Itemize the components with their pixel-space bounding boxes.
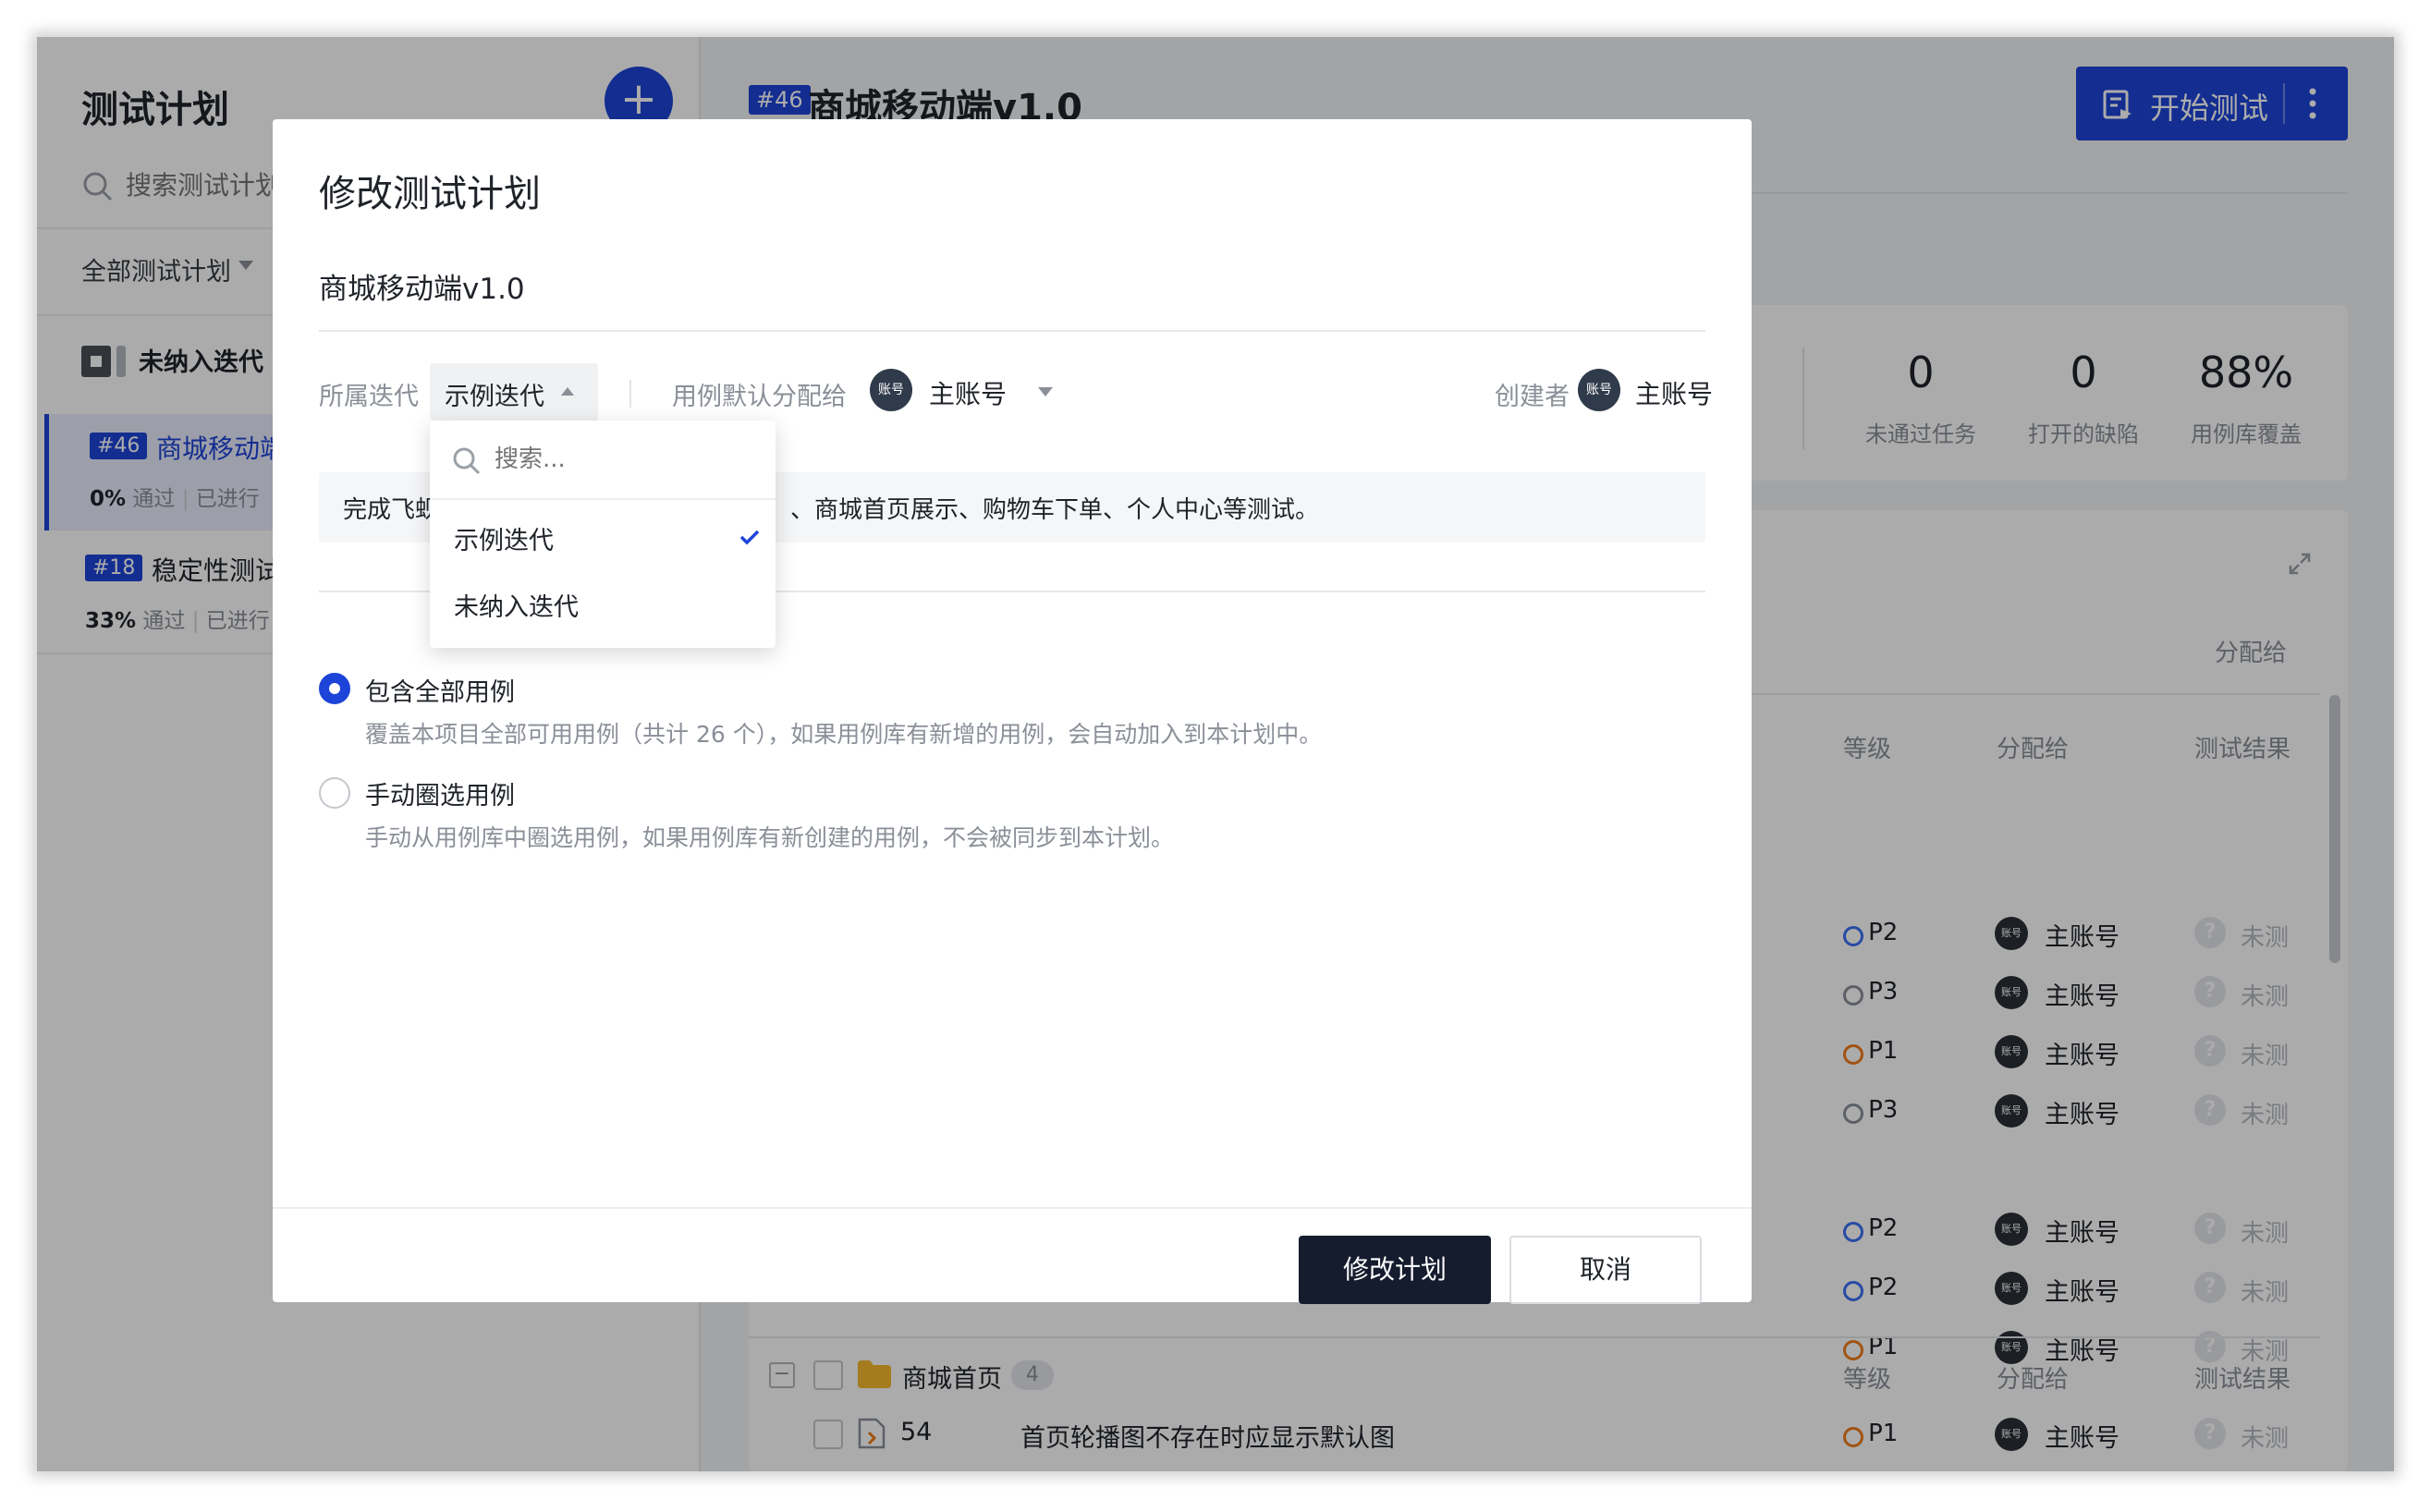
divider: [319, 330, 1705, 332]
include-all-label[interactable]: 包含全部用例: [365, 672, 515, 708]
creator-label: 创建者: [1495, 383, 1570, 411]
description-text-start: 完成飞蚬: [343, 496, 440, 524]
iteration-value: 示例迭代: [445, 383, 544, 411]
creator-name: 主账号: [1635, 379, 1714, 409]
dropdown-option[interactable]: 示例迭代: [430, 504, 776, 570]
plan-name-field[interactable]: 商城移动端v1.0: [319, 265, 525, 307]
divider: [273, 1207, 1752, 1209]
edit-plan-dialog: 修改测试计划 商城移动端v1.0 所属迭代 示例迭代 用例默认分配给 账号 主账…: [273, 119, 1752, 1304]
app-window: 测试计划 + 全部测试计划 未纳入迭代 #46 商城移动端 0% 通过 | 已进…: [37, 37, 2394, 1471]
iteration-search-input[interactable]: [495, 441, 753, 478]
avatar: 账号: [1578, 369, 1620, 411]
manual-select-label[interactable]: 手动圈选用例: [365, 775, 515, 811]
manual-select-radio[interactable]: [319, 777, 350, 809]
iteration-label: 所属迭代: [319, 383, 419, 411]
manual-select-desc: 手动从用例库中圈选用例，如果用例库有新创建的用例，不会被同步到本计划。: [365, 824, 1175, 851]
include-all-desc: 覆盖本项目全部可用用例（共计 26 个），如果用例库有新增的用例，会自动加入到本…: [365, 721, 1323, 748]
chevron-down-icon: [1038, 387, 1053, 396]
dropdown-option[interactable]: 未纳入迭代: [430, 570, 776, 637]
description-text-end: 、商城首页展示、购物车下单、个人中心等测试。: [790, 496, 1320, 524]
option-label: 示例迭代: [454, 527, 554, 555]
option-label: 未纳入迭代: [454, 593, 579, 622]
check-icon: [739, 530, 760, 545]
iteration-select[interactable]: 示例迭代: [430, 363, 598, 421]
include-all-radio[interactable]: [319, 673, 350, 704]
chevron-up-icon: [561, 387, 574, 396]
default-assign-label: 用例默认分配给: [672, 383, 847, 411]
divider: [430, 498, 776, 500]
avatar: 账号: [870, 369, 912, 411]
divider: [629, 380, 631, 408]
search-icon: [453, 447, 481, 475]
iteration-dropdown: 示例迭代 未纳入迭代: [430, 421, 776, 648]
confirm-edit-button[interactable]: 修改计划: [1299, 1236, 1491, 1304]
dialog-title: 修改测试计划: [319, 173, 541, 215]
default-assignee-select[interactable]: 主账号: [929, 374, 1007, 411]
cancel-button[interactable]: 取消: [1509, 1236, 1702, 1304]
